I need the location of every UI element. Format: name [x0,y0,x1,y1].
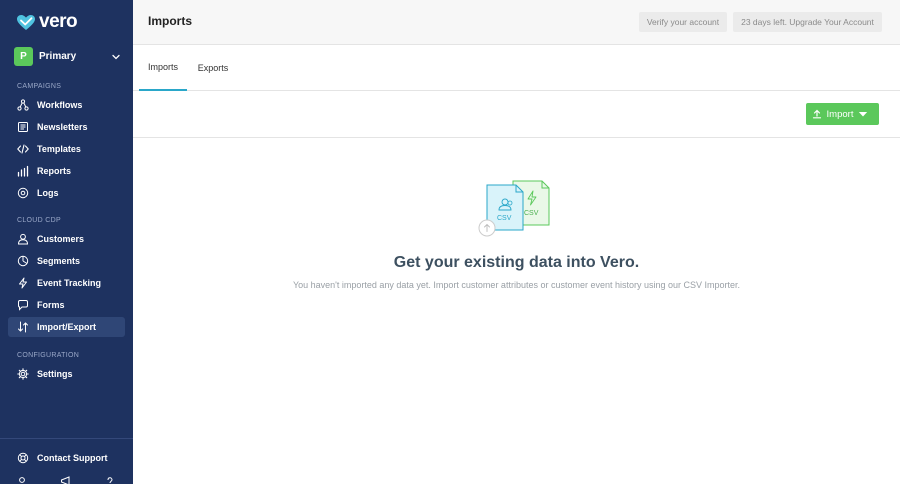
lightning-icon [17,277,29,289]
workspace-name: Primary [39,51,77,62]
sidebar-item-label: Logs [37,188,59,198]
sidebar-item-event-tracking[interactable]: Event Tracking [8,273,125,293]
csv-label-back: CSV [524,210,539,217]
verify-account-button[interactable]: Verify your account [639,12,727,32]
sidebar-item-forms[interactable]: Forms [8,295,125,315]
import-export-icon [17,321,29,333]
sidebar-item-newsletters[interactable]: Newsletters [8,117,125,137]
brand-name: vero [39,11,78,32]
sidebar-item-reports[interactable]: Reports [8,161,125,181]
lifebuoy-icon [17,452,29,464]
workspace-badge: P [14,47,33,66]
section-label-cloud-cdp: CLOUD CDP [17,217,61,224]
upgrade-account-button[interactable]: 23 days left. Upgrade Your Account [733,12,882,32]
csv-label-front: CSV [497,215,512,222]
megaphone-icon[interactable] [60,476,72,484]
sidebar-item-segments[interactable]: Segments [8,251,125,271]
logs-icon [17,187,29,199]
vero-logo[interactable]: vero [16,11,78,32]
sidebar-item-settings[interactable]: Settings [8,364,125,384]
sidebar: vero P Primary CAMPAIGNS Workflows Newsl… [0,0,133,484]
workspace-switcher[interactable]: P Primary [14,47,120,66]
sidebar-item-label: Forms [37,300,65,310]
page-title: Imports [148,14,193,28]
forms-icon [17,299,29,311]
top-bar: Imports Verify your account 23 days left… [133,0,900,45]
sidebar-divider [0,438,133,439]
workflows-icon [17,99,29,111]
toolbar: Import [133,91,900,138]
empty-state-title: Get your existing data into Vero. [393,254,640,271]
caret-down-icon [859,112,868,117]
chevron-down-icon [112,54,120,59]
section-label-campaigns: CAMPAIGNS [17,83,62,90]
sidebar-item-customers[interactable]: Customers [8,229,125,249]
sidebar-item-label: Segments [37,256,81,266]
pie-chart-icon [17,255,29,267]
help-icon[interactable] [104,476,116,484]
profile-icon[interactable] [16,476,28,484]
import-button[interactable]: Import [806,103,879,125]
user-icon [17,233,29,245]
bar-chart-icon [17,165,29,177]
sidebar-item-workflows[interactable]: Workflows [8,95,125,115]
sidebar-item-logs[interactable]: Logs [8,183,125,203]
code-icon [17,143,29,155]
newsletters-icon [17,121,29,133]
sidebar-item-label: Customers [37,234,85,244]
csv-illustration-graphic [478,180,550,237]
sidebar-item-label: Workflows [37,100,83,110]
empty-state-description: You haven't imported any data yet. Impor… [292,280,741,290]
sidebar-item-import-export[interactable]: Import/Export [8,317,125,337]
heart-logo-icon [17,14,35,30]
contact-support-label: Contact Support [37,453,108,463]
sidebar-item-templates[interactable]: Templates [8,139,125,159]
sidebar-footer-icons [16,476,116,484]
section-label-configuration: CONFIGURATION [17,352,80,359]
csv-files-illustration: CSV CSV [476,177,554,239]
tab-imports[interactable]: Imports [139,45,187,91]
gear-icon [17,368,29,380]
tab-bar: Imports Exports [133,45,900,91]
sidebar-item-label: Reports [37,166,72,176]
sidebar-item-label: Templates [37,144,81,154]
tab-exports[interactable]: Exports [191,45,235,91]
upload-icon [812,109,821,119]
sidebar-item-label: Newsletters [37,122,88,132]
sidebar-item-label: Import/Export [37,322,97,332]
import-button-label: Import [826,108,854,120]
contact-support-link[interactable]: Contact Support [8,448,125,468]
sidebar-item-label: Settings [37,369,73,379]
sidebar-item-label: Event Tracking [37,278,102,288]
